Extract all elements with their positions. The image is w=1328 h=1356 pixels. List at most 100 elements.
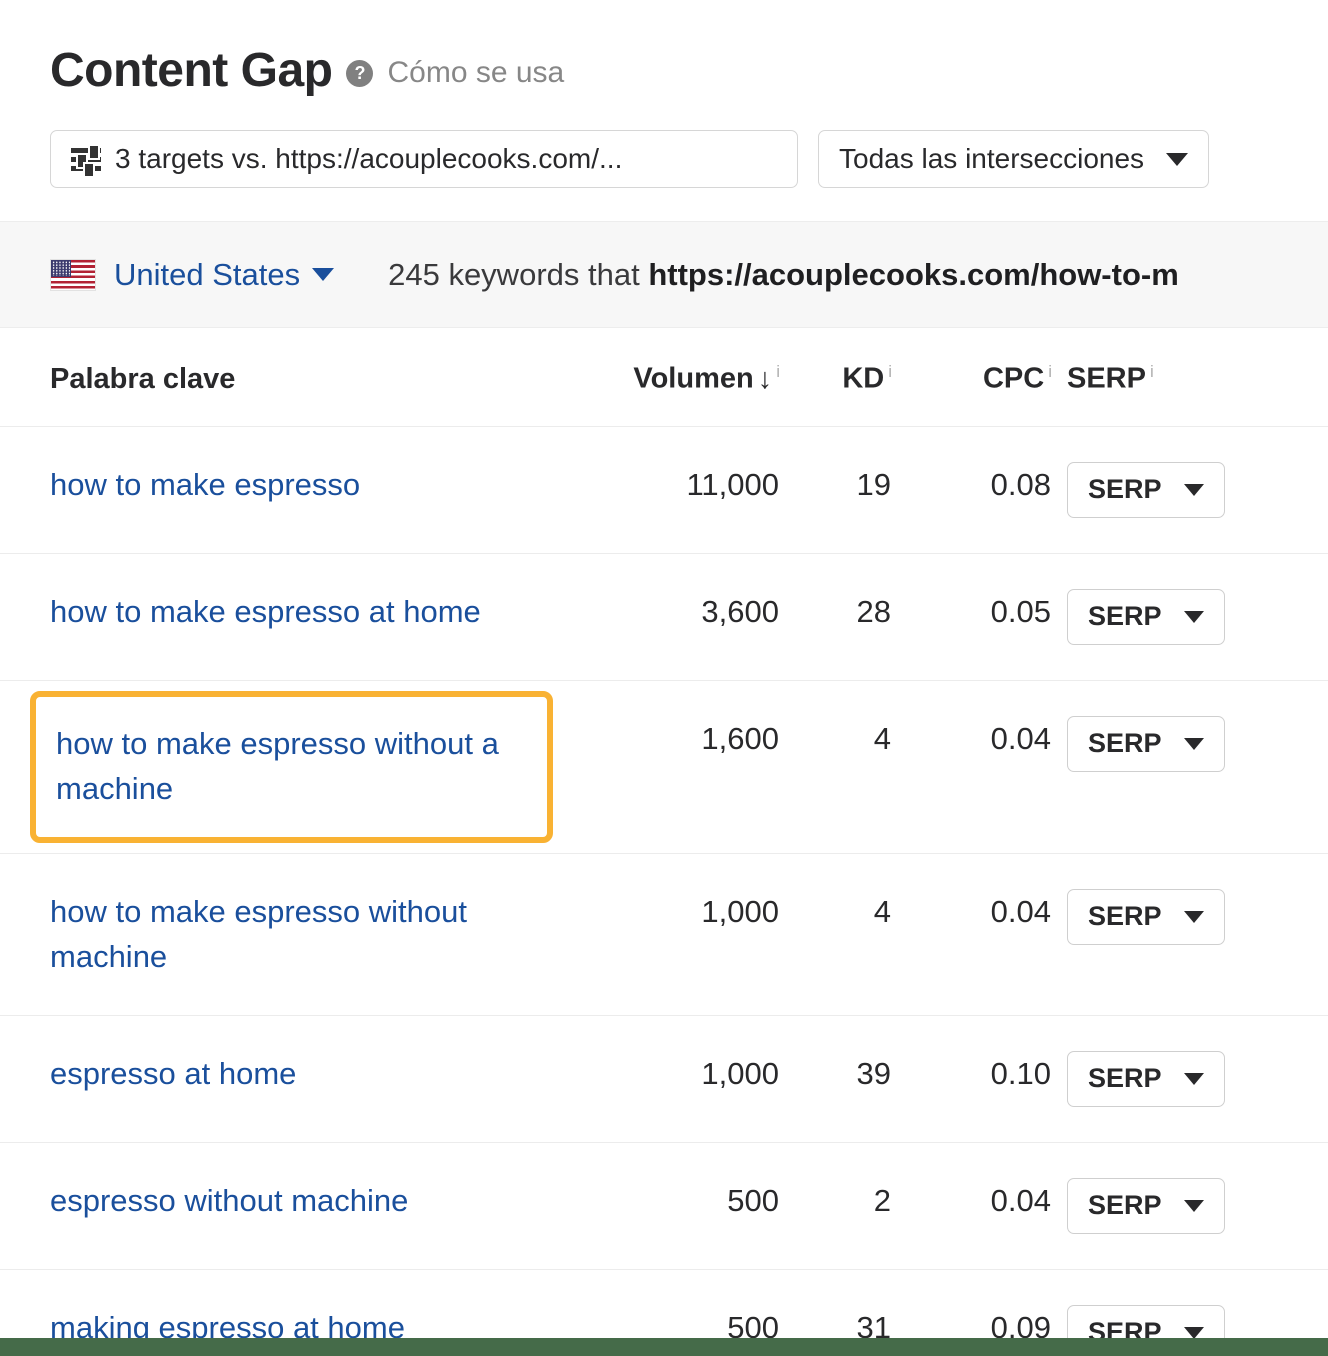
serp-cell: SERP [1052,1015,1328,1143]
column-header-volume[interactable]: Volumen ↓ i [565,328,780,427]
country-summary-bar: United States 245 keywords that https://… [0,221,1328,328]
chevron-down-icon [1183,911,1204,924]
page-title: Content Gap [50,44,333,97]
volume-cell: 3,600 [565,553,780,681]
volume-cell: 500 [565,1142,780,1270]
keyword-cell: how to make espresso [0,426,565,554]
keyword-link[interactable]: how to make espresso without a machine [56,726,499,806]
column-header-kd-label: KD [842,362,885,395]
info-icon[interactable]: i [1150,362,1154,381]
serp-button-label: SERP [1088,1189,1162,1220]
sort-descending-icon: ↓ [757,362,773,395]
keyword-link[interactable]: espresso without machine [50,1183,408,1218]
kd-cell: 39 [780,1015,892,1143]
serp-button-label: SERP [1088,727,1162,758]
toolbar: 3 targets vs. https://acouplecooks.com/.… [50,130,1328,188]
volume-cell: 1,600 [565,680,780,855]
keywords-summary: 245 keywords that https://acouplecooks.c… [388,257,1179,293]
column-header-kd[interactable]: KD i [780,328,892,427]
keywords-summary-prefix: 245 keywords that [388,256,649,292]
table-row: espresso without machine 500 2 0.04 SERP [0,1142,1328,1270]
chevron-down-icon [1183,737,1204,750]
column-header-volume-label: Volumen [633,362,754,395]
chevron-down-icon [1183,1326,1204,1339]
serp-button[interactable]: SERP [1067,588,1225,645]
serp-button-label: SERP [1088,600,1162,631]
serp-cell: SERP [1052,853,1328,1016]
volume-cell: 11,000 [565,426,780,554]
chevron-down-icon [1166,152,1189,166]
keywords-table: Palabra clave Volumen ↓ i KD i CPC i SERP i h… [0,328,1328,1356]
cpc-cell: 0.04 [892,680,1052,855]
cpc-cell: 0.08 [892,426,1052,554]
kd-cell: 4 [780,680,892,855]
kd-cell: 4 [780,853,892,1016]
table-row: how to make espresso 11,000 19 0.08 SERP [0,426,1328,554]
keyword-link[interactable]: how to make espresso without machine [50,894,467,974]
cpc-cell: 0.04 [892,1142,1052,1270]
how-to-use-link[interactable]: Cómo se usa [387,57,564,88]
highlight-box: how to make espresso without a machine [30,690,553,844]
volume-cell: 1,000 [565,853,780,1016]
title-row: Content Gap ? Cómo se usa [50,40,1328,102]
chevron-down-icon [1183,483,1204,496]
info-icon[interactable]: i [888,362,892,381]
chevron-down-icon [1183,610,1204,623]
chevron-down-icon[interactable] [312,268,335,281]
serp-button[interactable]: SERP [1067,1050,1225,1107]
serp-button[interactable]: SERP [1067,1177,1225,1234]
cpc-cell: 0.10 [892,1015,1052,1143]
column-header-keyword[interactable]: Palabra clave [0,328,565,427]
keywords-summary-url: https://acouplecooks.com/how-to-m [648,256,1179,292]
table-row: espresso at home 1,000 39 0.10 SERP [0,1015,1328,1143]
table-row: how to make espresso at home 3,600 28 0.05 S… [0,553,1328,681]
table-row: how to make espresso without machine 1,00… [0,853,1328,1016]
serp-button-label: SERP [1088,901,1162,932]
cpc-cell: 0.04 [892,853,1052,1016]
keyword-cell: espresso at home [0,1015,565,1143]
bottom-accent-bar [0,1338,1328,1356]
content-gap-page: Content Gap ? Cómo se usa 3 targets vs. … [0,0,1328,1356]
cpc-cell: 0.05 [892,553,1052,681]
table-body: how to make espresso 11,000 19 0.08 SERP how … [0,426,1328,1356]
serp-button[interactable]: SERP [1067,715,1225,772]
targets-selector-button[interactable]: 3 targets vs. https://acouplecooks.com/.… [50,130,798,188]
keyword-cell: how to make espresso without machine [0,853,565,1016]
table-header-row: Palabra clave Volumen ↓ i KD i CPC i SERP i [0,328,1328,427]
us-flag-icon [50,258,96,291]
intersections-dropdown-label: Todas las intersecciones [839,143,1145,174]
column-header-serp[interactable]: SERP i [1052,328,1328,427]
kd-cell: 28 [780,553,892,681]
serp-button-label: SERP [1088,1062,1162,1093]
question-mark-icon[interactable]: ? [346,59,374,87]
table-row: how to make espresso without a machine 1,… [0,680,1328,855]
chevron-down-icon [1183,1072,1204,1085]
serp-cell: SERP [1052,1142,1328,1270]
column-header-serp-label: SERP [1067,362,1146,395]
volume-cell: 1,000 [565,1015,780,1143]
keyword-link[interactable]: how to make espresso at home [50,594,481,629]
keyword-link[interactable]: how to make espresso [50,467,360,502]
serp-button-label: SERP [1088,473,1162,504]
column-header-keyword-label: Palabra clave [50,362,236,395]
kd-cell: 2 [780,1142,892,1270]
keyword-cell: how to make espresso without a machine [0,680,565,855]
serp-button[interactable]: SERP [1067,461,1225,518]
targets-button-label: 3 targets vs. https://acouplecooks.com/.… [115,143,623,174]
page-header: Content Gap ? Cómo se usa 3 targets vs. … [0,0,1328,188]
info-icon[interactable]: i [776,362,780,381]
serp-button[interactable]: SERP [1067,889,1225,946]
chevron-down-icon [1183,1199,1204,1212]
keyword-link[interactable]: espresso at home [50,1056,296,1091]
serp-cell: SERP [1052,426,1328,554]
country-selector-label[interactable]: United States [114,257,300,293]
keyword-cell: espresso without machine [0,1142,565,1270]
sliders-icon [71,144,101,178]
info-icon[interactable]: i [1048,362,1052,381]
serp-cell: SERP [1052,553,1328,681]
serp-cell: SERP [1052,680,1328,855]
keyword-cell: how to make espresso at home [0,553,565,681]
column-header-cpc[interactable]: CPC i [892,328,1052,427]
intersections-dropdown[interactable]: Todas las intersecciones [818,130,1210,188]
kd-cell: 19 [780,426,892,554]
